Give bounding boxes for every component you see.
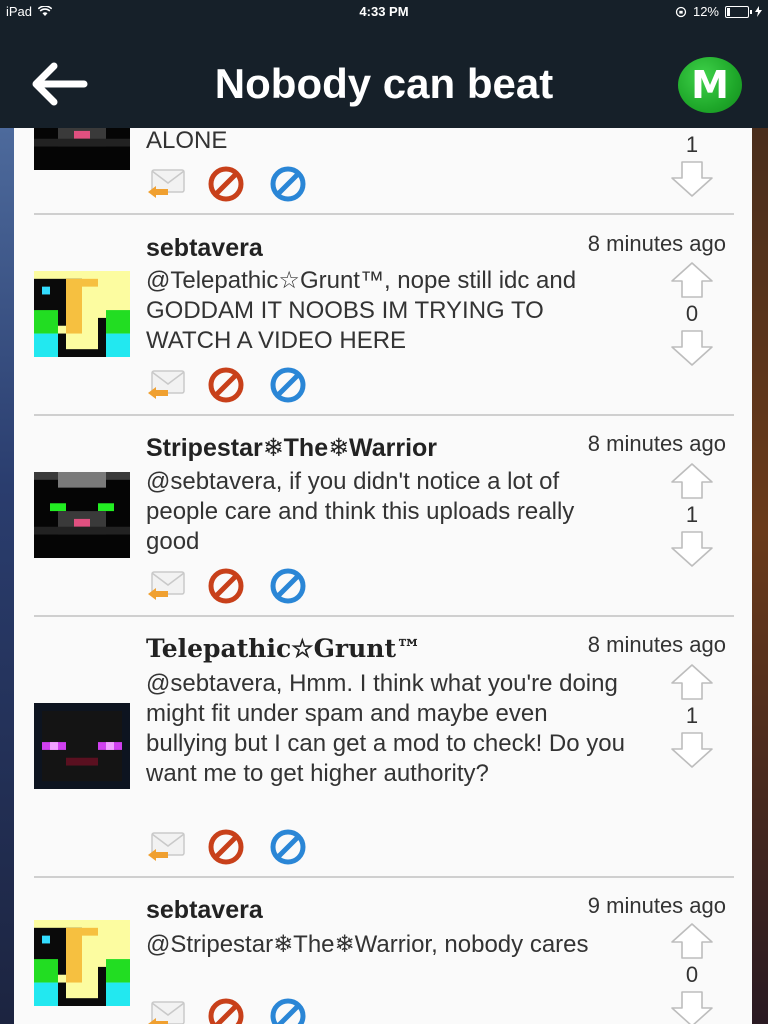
vote-score: 1 — [685, 132, 699, 157]
comment-text: ALONE — [146, 128, 228, 154]
upvote-arrow-icon[interactable] — [670, 922, 714, 960]
vote-control: 1 — [670, 130, 714, 198]
comment-actions — [146, 568, 326, 604]
orientation-lock-icon — [675, 6, 687, 17]
reply-icon[interactable] — [146, 829, 186, 865]
left-background-edge — [0, 128, 14, 1024]
vote-score: 1 — [685, 703, 699, 728]
comment-text: @Stripestar❄The❄Warrior, nobody cares — [146, 931, 589, 958]
right-background-edge — [752, 128, 768, 1024]
downvote-arrow-icon[interactable] — [670, 530, 714, 568]
comment-actions — [146, 367, 326, 403]
comment-actions — [146, 166, 326, 202]
comment-username[interactable]: sebtavera — [146, 896, 263, 925]
comment-actions — [146, 829, 326, 865]
comment-item: Stripestar❄The❄Warrior 8 minutes ago @se… — [14, 416, 752, 616]
comment-item: sebtavera 9 minutes ago @Stripestar❄The❄… — [14, 878, 752, 1024]
comment-username[interactable]: Stripestar❄The❄Warrior — [146, 433, 437, 463]
comment-item: ALONE 1 — [14, 128, 752, 214]
comment-username[interactable]: sebtavera — [146, 234, 263, 263]
downvote-arrow-icon[interactable] — [670, 990, 714, 1024]
reply-icon[interactable] — [146, 367, 186, 403]
reply-icon[interactable] — [146, 568, 186, 604]
user-avatar[interactable] — [34, 920, 130, 1006]
comment-username[interactable]: Telepathic☆Grunt™ — [146, 634, 421, 663]
machinima-logo-button[interactable]: M — [678, 57, 742, 113]
block-icon[interactable] — [206, 829, 246, 865]
block-icon[interactable] — [206, 998, 246, 1024]
charging-icon — [755, 6, 762, 17]
page-title: Nobody can beat — [214, 60, 554, 107]
reply-icon[interactable] — [146, 166, 186, 202]
comment-item: Telepathic☆Grunt™ 8 minutes ago @sebtave… — [14, 617, 752, 877]
downvote-arrow-icon[interactable] — [670, 160, 714, 198]
report-icon[interactable] — [268, 367, 308, 403]
comment-timestamp: 8 minutes ago — [587, 632, 726, 657]
vote-control: 1 — [670, 663, 714, 769]
user-avatar[interactable] — [34, 703, 130, 789]
vote-score: 0 — [685, 962, 699, 987]
report-icon[interactable] — [268, 998, 308, 1024]
block-icon[interactable] — [206, 568, 246, 604]
downvote-arrow-icon[interactable] — [670, 329, 714, 367]
comment-item: sebtavera 8 minutes ago @Telepathic☆Grun… — [14, 215, 752, 415]
block-icon[interactable] — [206, 367, 246, 403]
user-avatar[interactable] — [34, 128, 130, 170]
user-avatar[interactable] — [34, 472, 130, 558]
battery-icon — [725, 5, 752, 18]
clock: 4:33 PM — [359, 4, 409, 19]
comment-timestamp: 8 minutes ago — [587, 431, 726, 456]
vote-control: 1 — [670, 462, 714, 568]
vote-score: 0 — [685, 301, 699, 326]
comment-text: @sebtavera, if you didn't notice a lot o… — [146, 468, 575, 555]
comment-actions — [146, 998, 326, 1024]
report-icon[interactable] — [268, 166, 308, 202]
downvote-arrow-icon[interactable] — [670, 731, 714, 769]
reply-icon[interactable] — [146, 998, 186, 1024]
vote-control: 0 — [670, 261, 714, 367]
user-avatar[interactable] — [34, 271, 130, 357]
status-bar: iPad 4:33 PM 12% — [0, 0, 768, 22]
battery-percent: 12% — [692, 4, 719, 19]
upvote-arrow-icon[interactable] — [670, 663, 714, 701]
report-icon[interactable] — [268, 829, 308, 865]
upvote-arrow-icon[interactable] — [670, 261, 714, 299]
vote-score: 1 — [685, 502, 699, 527]
block-icon[interactable] — [206, 166, 246, 202]
comment-timestamp: 8 minutes ago — [587, 231, 726, 256]
comment-timestamp: 9 minutes ago — [587, 893, 726, 918]
comment-text: @Telepathic☆Grunt™, nope still idc and G… — [146, 267, 577, 354]
navigation-bar: Nobody can beat M — [0, 22, 768, 128]
comment-list[interactable]: ALONE 1 sebtavera 8 minutes ago @Telepat… — [14, 128, 752, 1024]
report-icon[interactable] — [268, 568, 308, 604]
comment-text: @sebtavera, Hmm. I think what you're doi… — [146, 670, 625, 787]
upvote-arrow-icon[interactable] — [670, 462, 714, 500]
vote-control: 0 — [670, 922, 714, 1024]
